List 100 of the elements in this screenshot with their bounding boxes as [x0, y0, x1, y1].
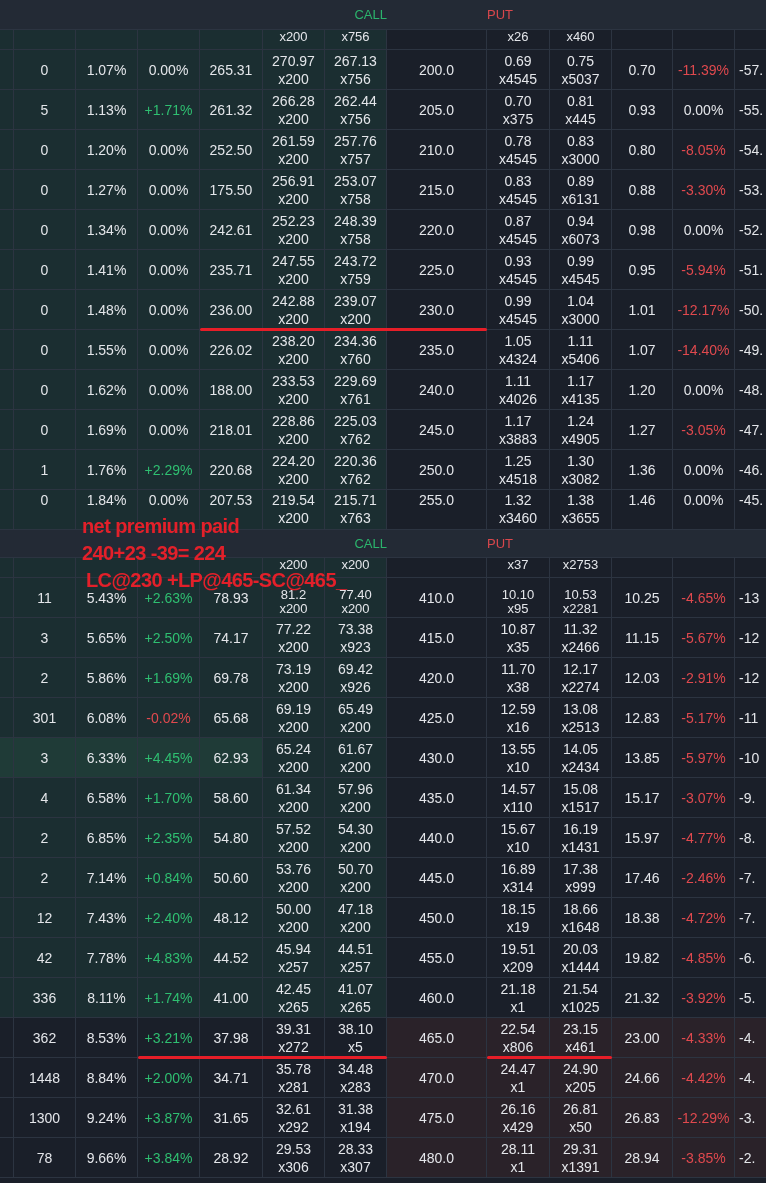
quote-cell: 10.10 x95 [487, 578, 550, 617]
table-cell: 2 [14, 818, 76, 857]
strike-cell: 415.0 [387, 618, 487, 657]
strike-cell: 215.0 [387, 170, 487, 209]
table-cell: 1448 [14, 1058, 76, 1097]
table-cell: 78 [14, 1138, 76, 1177]
quote-cell: 73.38 x923 [325, 618, 387, 657]
table-cell: 6.85% [76, 818, 138, 857]
table-cell: 41.00 [200, 978, 263, 1017]
quote-cell: 1.17 x4135 [550, 370, 612, 409]
quote-cell: x26 [487, 30, 550, 49]
quote-cell: 35.78 x281 [263, 1058, 325, 1097]
change-cell: -4.42% [673, 1058, 735, 1097]
strike-cell: 460.0 [387, 978, 487, 1017]
table-cell: 6.08% [76, 698, 138, 737]
quote-cell: 234.36 x760 [325, 330, 387, 369]
quote-cell: 262.44 x756 [325, 90, 387, 129]
change-cell: -4.33% [673, 1018, 735, 1057]
change-cell: -5.67% [673, 618, 735, 657]
table-cell: 1.36 [612, 450, 673, 489]
strike-cell: 450.0 [387, 898, 487, 937]
table-cell-text: -5. [738, 988, 757, 1008]
quote-cell: 248.39 x758 [325, 210, 387, 249]
table-cell-text: -12 [738, 668, 761, 688]
table-cell: 0.80 [612, 130, 673, 169]
table-cell: 1.01 [612, 290, 673, 329]
change-cell: +1.69% [138, 658, 200, 697]
quote-cell: 28.11 x1 [487, 1138, 550, 1177]
quote-cell: 10.53 x2281 [550, 578, 612, 617]
table-cell-text: -48. [738, 380, 765, 400]
quote-cell: 266.28 x200 [263, 90, 325, 129]
table-cell-text: -6. [738, 948, 757, 968]
quote-cell: 45.94 x257 [263, 938, 325, 977]
quote-cell: 0.83 x4545 [487, 170, 550, 209]
table-cell: 265.31 [200, 50, 263, 89]
quote-cell: 34.48 x283 [325, 1058, 387, 1097]
change-cell: +2.40% [138, 898, 200, 937]
table-cell: 1.07% [76, 50, 138, 89]
strike-cell: 210.0 [387, 130, 487, 169]
strike-cell: 250.0 [387, 450, 487, 489]
table-cell: 1 [14, 450, 76, 489]
change-cell: 0.00% [138, 50, 200, 89]
table-cell: 18.38 [612, 898, 673, 937]
change-cell: -3.07% [673, 778, 735, 817]
table-cell: 1.34% [76, 210, 138, 249]
quote-cell: 253.07 x758 [325, 170, 387, 209]
table-cell: 0 [14, 210, 76, 249]
table-cell: 8.84% [76, 1058, 138, 1097]
table-cell: 65.68 [200, 698, 263, 737]
change-cell: -4.65% [673, 578, 735, 617]
table-cell: 188.00 [200, 370, 263, 409]
quote-cell: 13.55 x10 [487, 738, 550, 777]
quote-cell: 24.47 x1 [487, 1058, 550, 1097]
call-label: CALL [354, 7, 387, 22]
table-cell: 12.03 [612, 658, 673, 697]
table-cell: 8.11% [76, 978, 138, 1017]
table-cell-text: -52. [738, 220, 765, 240]
change-cell: -0.02% [138, 698, 200, 737]
quote-cell: 19.51 x209 [487, 938, 550, 977]
table-cell: 3 [14, 738, 76, 777]
quote-cell: 21.18 x1 [487, 978, 550, 1017]
table-cell: 301 [14, 698, 76, 737]
quote-cell: 270.97 x200 [263, 50, 325, 89]
quote-cell: 1.04 x3000 [550, 290, 612, 329]
quote-cell: 238.20 x200 [263, 330, 325, 369]
quote-cell: 220.36 x762 [325, 450, 387, 489]
table-cell: 4 [14, 778, 76, 817]
table-cell-text: -8. [738, 828, 757, 848]
table-cell: 42 [14, 938, 76, 977]
quote-cell: 1.38 x3655 [550, 490, 612, 529]
quote-cell: 267.13 x756 [325, 50, 387, 89]
table-cell-text: -7. [738, 868, 757, 888]
quote-cell: 224.20 x200 [263, 450, 325, 489]
table-cell: 218.01 [200, 410, 263, 449]
table-cell: 0 [14, 130, 76, 169]
change-cell: -4.77% [673, 818, 735, 857]
table-cell: 0.95 [612, 250, 673, 289]
table-cell: 0 [14, 250, 76, 289]
table-cell: 1.41% [76, 250, 138, 289]
table-cell: 9.24% [76, 1098, 138, 1137]
quote-cell: 261.59 x200 [263, 130, 325, 169]
table-cell: 0.93 [612, 90, 673, 129]
table-cell: 19.82 [612, 938, 673, 977]
quote-cell: 247.55 x200 [263, 250, 325, 289]
table-cell: 0 [14, 170, 76, 209]
quote-cell: 20.03 x1444 [550, 938, 612, 977]
table-cell: 13.85 [612, 738, 673, 777]
quote-cell: 26.16 x429 [487, 1098, 550, 1137]
table-cell: 0.70 [612, 50, 673, 89]
quote-cell: 50.00 x200 [263, 898, 325, 937]
quote-cell: 18.15 x19 [487, 898, 550, 937]
table-cell-text: -3. [738, 1108, 757, 1128]
quote-cell: 28.33 x307 [325, 1138, 387, 1177]
strike-cell: 455.0 [387, 938, 487, 977]
table-cell: 11 [14, 578, 76, 617]
strike-cell: 430.0 [387, 738, 487, 777]
table-cell: 7.14% [76, 858, 138, 897]
table-cell: 1.76% [76, 450, 138, 489]
strike-cell: 475.0 [387, 1098, 487, 1137]
table-cell: 1.62% [76, 370, 138, 409]
